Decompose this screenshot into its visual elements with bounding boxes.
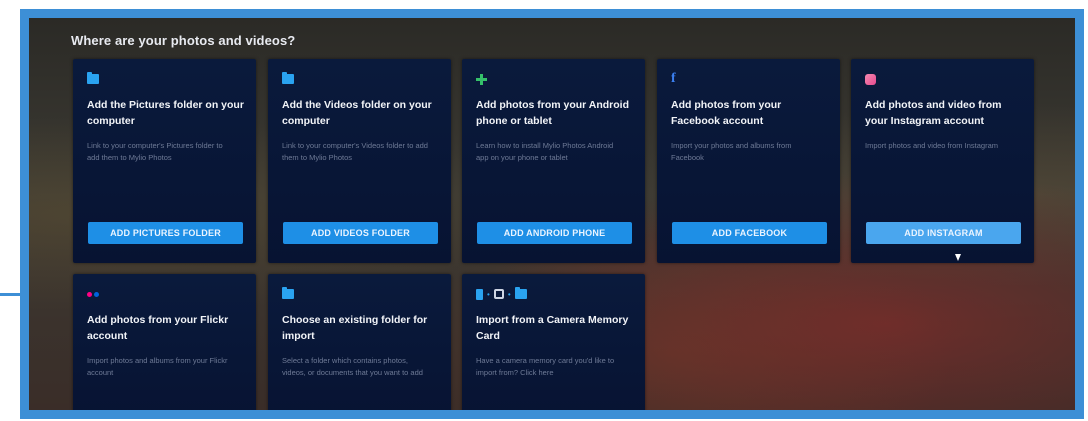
flickr-icon (87, 287, 99, 301)
card-title: Add photos from your Facebook account (671, 99, 782, 127)
instagram-icon (865, 72, 876, 86)
facebook-icon: f (671, 71, 676, 86)
card-title: Import from a Camera Memory Card (476, 314, 629, 342)
card-title: Add photos from your Flickr account (87, 314, 229, 342)
card-android-phone: Add photos from your Android phone or ta… (462, 59, 645, 263)
card-title: Add the Pictures folder on your computer (87, 99, 244, 127)
card-title: Add photos and video from your Instagram… (865, 99, 1002, 127)
card-description: Have a camera memory card you'd like to … (476, 356, 615, 377)
card-existing-folder: Choose an existing folder for import Sel… (268, 274, 451, 410)
card-description: Import your photos and albums from Faceb… (671, 141, 792, 162)
folder-icon (87, 72, 99, 86)
card-description: Select a folder which contains photos, v… (282, 356, 423, 377)
add-facebook-button[interactable]: ADD FACEBOOK (672, 222, 827, 244)
folder-icon (282, 287, 294, 301)
card-description: Link to your computer's Pictures folder … (87, 141, 223, 162)
card-title: Add the Videos folder on your computer (282, 99, 432, 127)
add-instagram-button[interactable]: ADD INSTAGRAM (866, 222, 1021, 244)
camera-card-import-icon: • • (476, 287, 527, 301)
section-heading: Where are your photos and videos? (71, 33, 296, 48)
folder-icon (282, 72, 294, 86)
card-camera-memory: • • Import from a Camera Memory Card Have… (462, 274, 645, 410)
card-description: Import photos and video from Instagram (865, 141, 998, 150)
android-icon (476, 72, 487, 86)
card-flickr: Add photos from your Flickr account Impo… (73, 274, 256, 410)
card-videos-folder: Add the Videos folder on your computer L… (268, 59, 451, 263)
add-android-phone-button[interactable]: ADD ANDROID PHONE (477, 222, 632, 244)
add-videos-folder-button[interactable]: ADD VIDEOS FOLDER (283, 222, 438, 244)
card-description: Import photos and albums from your Flick… (87, 356, 228, 377)
add-pictures-folder-button[interactable]: ADD PICTURES FOLDER (88, 222, 243, 244)
card-description: Link to your computer's Videos folder to… (282, 141, 428, 162)
card-title: Choose an existing folder for import (282, 314, 428, 342)
card-pictures-folder: Add the Pictures folder on your computer… (73, 59, 256, 263)
card-description: Learn how to install Mylio Photos Androi… (476, 141, 614, 162)
import-sources-panel: Where are your photos and videos? Add th… (20, 9, 1084, 419)
card-instagram: Add photos and video from your Instagram… (851, 59, 1034, 263)
card-facebook: f Add photos from your Facebook account … (657, 59, 840, 263)
mouse-cursor-icon (955, 254, 961, 261)
card-title: Add photos from your Android phone or ta… (476, 99, 630, 127)
